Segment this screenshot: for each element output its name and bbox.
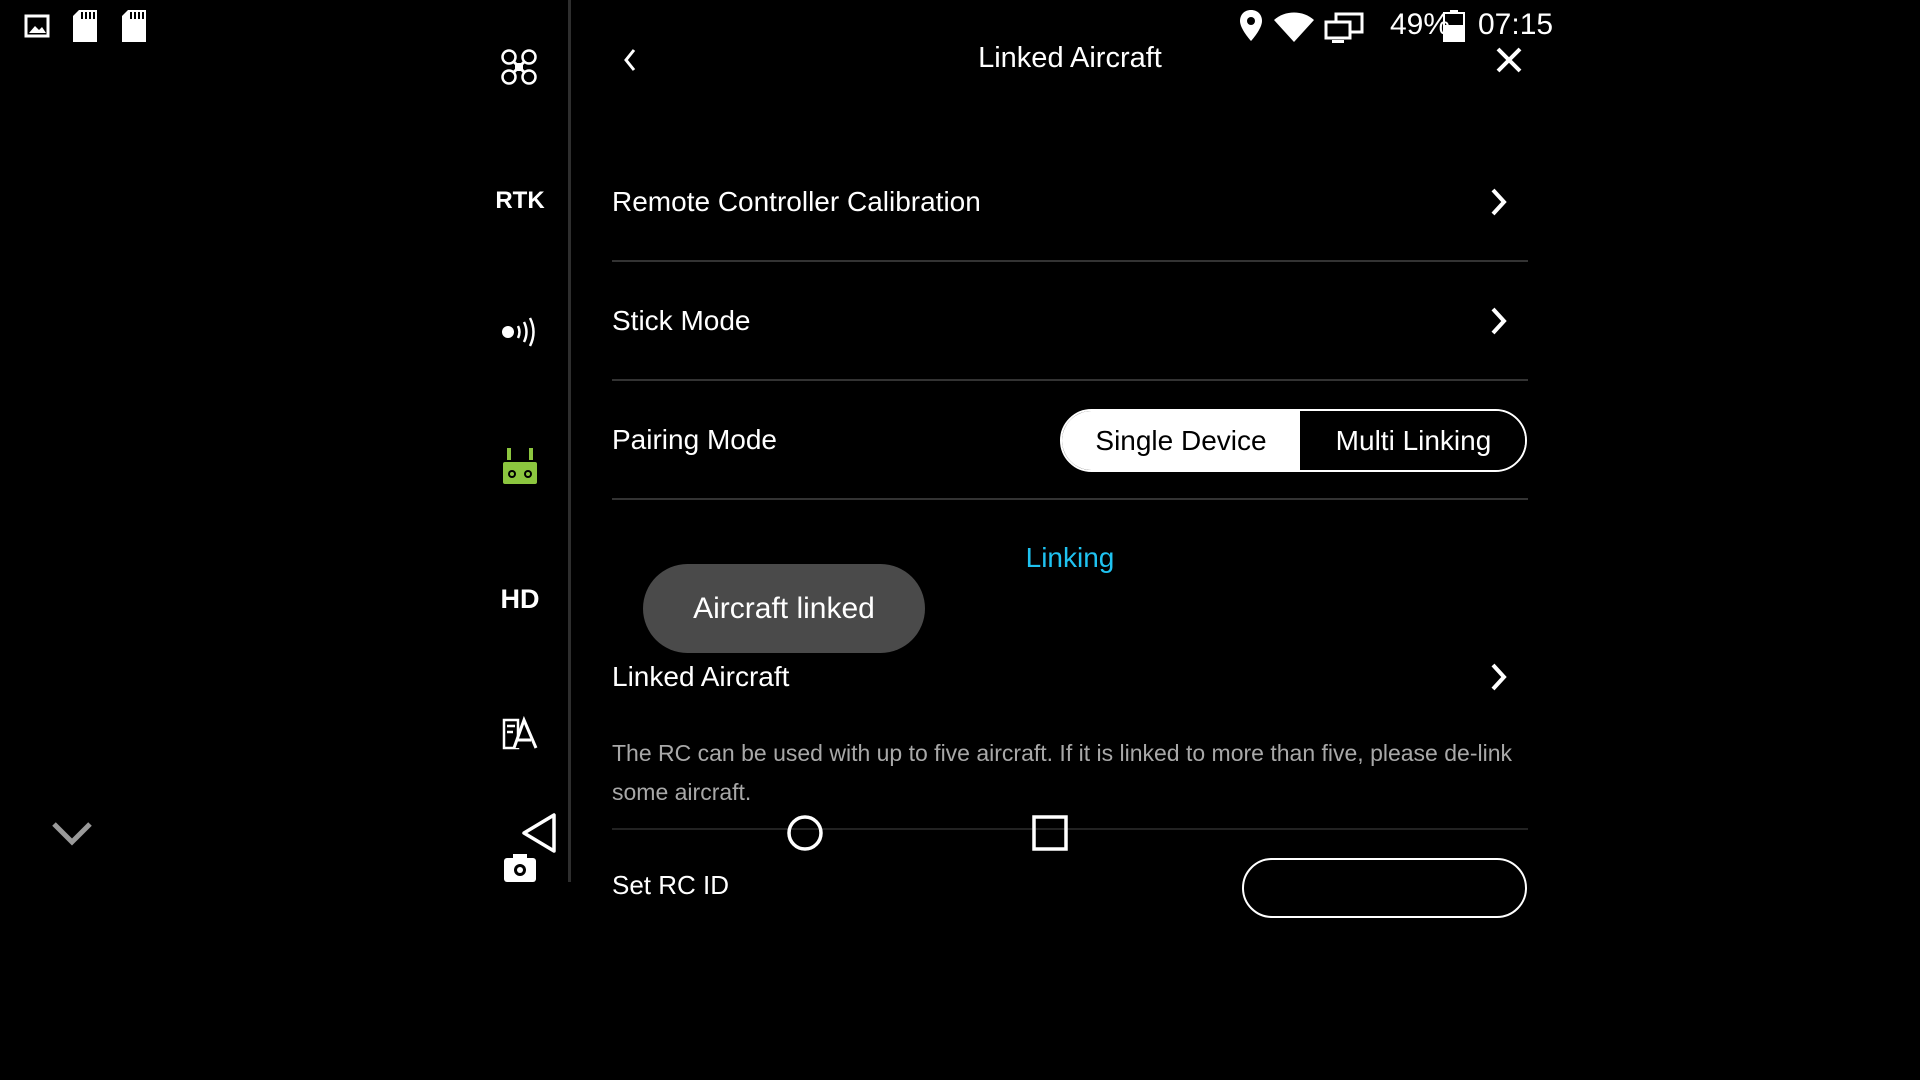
linked-aircraft-description: The RC can be used with up to five aircr… [612,740,1512,805]
signal-icon[interactable] [499,316,541,348]
back-chevron-icon[interactable] [620,46,640,74]
multi-linking-option[interactable]: Multi Linking [1302,411,1525,470]
location-icon [1240,10,1262,41]
chevron-right-icon [1491,307,1507,335]
clock: 07:15 [1478,8,1554,41]
hd-icon[interactable]: HD [490,584,550,615]
sd-card-icon [122,10,146,42]
divider [612,379,1528,381]
aircraft-icon[interactable] [500,48,538,86]
battery-icon [1443,10,1465,42]
divider [612,260,1528,262]
back-icon[interactable] [520,812,558,854]
chevron-right-icon [1491,663,1507,691]
stick-mode-label: Stick Mode [612,305,751,336]
sd-card-icon [73,10,97,42]
gallery-icon [24,14,50,38]
single-device-option[interactable]: Single Device [1062,411,1302,470]
rtk-icon[interactable]: RTK [490,187,550,215]
linking-link[interactable]: Linking [970,542,1170,574]
chevron-down-icon[interactable] [50,820,94,848]
set-rc-id-button[interactable] [1242,858,1527,918]
chevron-right-icon [1491,188,1507,216]
rc-calibration-label: Remote Controller Calibration [612,186,981,217]
pairing-mode-label: Pairing Mode [612,424,777,455]
general-settings-icon[interactable] [502,716,538,750]
wifi-icon [1274,12,1314,42]
close-icon[interactable] [1494,45,1524,75]
divider [612,498,1528,500]
remote-controller-icon[interactable] [501,446,539,486]
linked-aircraft-label: Linked Aircraft [612,661,790,692]
divider [612,828,1528,830]
pairing-mode-toggle[interactable]: Single Device Multi Linking [1060,409,1527,472]
camera-icon[interactable] [502,852,538,882]
battery-percent: 49% [1390,8,1451,41]
toast-message: Aircraft linked [643,564,925,653]
recents-icon[interactable] [1032,815,1068,851]
set-rc-id-label: Set RC ID [612,870,730,900]
cast-screen-icon [1324,12,1364,43]
pane-divider [568,0,571,882]
page-title: Linked Aircraft [978,42,1162,74]
home-icon[interactable] [786,814,824,852]
